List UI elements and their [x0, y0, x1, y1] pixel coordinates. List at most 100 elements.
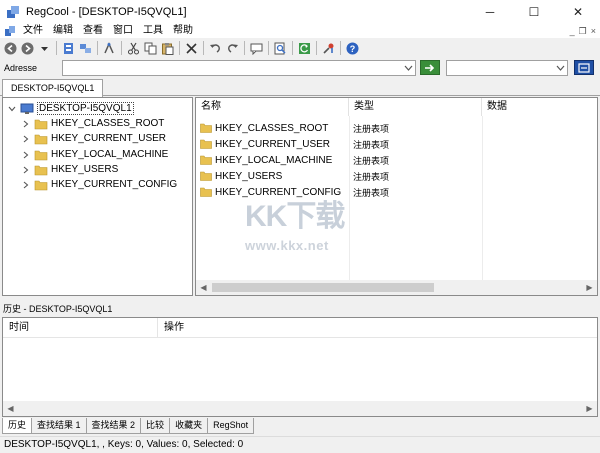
tree-node[interactable]: HKEY_CURRENT_CONFIG [21, 177, 177, 192]
address-input[interactable] [62, 60, 416, 76]
column-header-operation[interactable]: 操作 [158, 318, 597, 338]
tree-root-node[interactable]: DESKTOP-I5QVQL1 [7, 101, 134, 116]
back-button[interactable] [3, 41, 18, 56]
cut-button[interactable] [126, 41, 141, 56]
forward-button[interactable] [20, 41, 35, 56]
menu-window[interactable]: 窗口 [109, 24, 139, 38]
toolbar-separator [268, 41, 269, 55]
mdi-close-button[interactable]: × [591, 24, 596, 38]
connect-button[interactable] [78, 41, 93, 56]
toolbar-separator [340, 41, 341, 55]
tab-favorites[interactable]: 收藏夹 [169, 418, 209, 434]
menu-view[interactable]: 查看 [79, 24, 109, 38]
document-tab[interactable]: DESKTOP-I5QVQL1 [2, 79, 104, 97]
registry-icon [64, 42, 73, 54]
redo-icon [228, 43, 238, 53]
tab-regshot[interactable]: RegShot [207, 418, 255, 434]
tree-node[interactable]: HKEY_CURRENT_USER [21, 131, 166, 146]
network-icon [80, 43, 91, 53]
scissors-icon [128, 42, 139, 54]
close-button[interactable]: ✕ [556, 0, 600, 24]
expand-icon[interactable] [21, 181, 31, 189]
collapse-icon[interactable] [7, 106, 17, 112]
delete-x-icon [186, 42, 197, 54]
history-horizontal-scrollbar[interactable]: ◀ ▶ [3, 401, 597, 416]
app-icon [7, 6, 19, 18]
scroll-right-icon[interactable]: ▶ [582, 280, 597, 295]
expand-icon[interactable] [21, 151, 31, 159]
menu-tools[interactable]: 工具 [139, 24, 169, 38]
minimize-button[interactable]: ─ [468, 0, 512, 24]
registry-tree: DESKTOP-I5QVQL1 HKEY_CLASSES_ROOT HKEY_C… [2, 97, 193, 296]
menu-help[interactable]: 帮助 [169, 24, 199, 38]
list-row[interactable]: HKEY_CURRENT_USER 注册表项 [200, 136, 389, 152]
help-icon: ? [346, 42, 359, 54]
scrollbar-thumb[interactable] [212, 283, 434, 292]
tab-find-results-1[interactable]: 查找结果 1 [31, 418, 87, 434]
list-row[interactable]: HKEY_CURRENT_CONFIG 注册表项 [200, 184, 389, 200]
toolbar-separator [97, 41, 98, 55]
undo-button[interactable] [208, 41, 223, 56]
column-divider [349, 116, 350, 282]
tab-find-results-2[interactable]: 查找结果 2 [85, 418, 142, 434]
delete-button[interactable] [184, 41, 199, 56]
expand-icon[interactable] [21, 166, 31, 174]
expand-icon[interactable] [21, 135, 31, 143]
paste-icon [162, 42, 174, 55]
list-row-type: 注册表项 [353, 123, 390, 134]
paste-button[interactable] [160, 41, 175, 56]
go-button[interactable] [420, 60, 440, 75]
search-icon [578, 62, 590, 73]
menu-bar: 文件 编辑 查看 窗口 工具 帮助 _ ❐ × [0, 24, 600, 38]
scroll-left-icon[interactable]: ◀ [196, 280, 211, 295]
registry-button[interactable] [61, 41, 76, 56]
tree-node[interactable]: HKEY_CLASSES_ROOT [21, 116, 164, 131]
tree-node-label: HKEY_CURRENT_USER [51, 133, 167, 144]
folder-icon [34, 119, 48, 129]
scroll-right-icon[interactable]: ▶ [582, 401, 597, 416]
copy-button[interactable] [143, 41, 158, 56]
tree-node[interactable]: HKEY_USERS [21, 162, 118, 177]
list-row[interactable]: HKEY_LOCAL_MACHINE 注册表项 [200, 152, 389, 168]
list-row[interactable]: HKEY_USERS 注册表项 [200, 168, 389, 184]
search-dropdown-arrow[interactable] [553, 61, 567, 75]
folder-icon [34, 150, 48, 160]
tree-node-label: HKEY_CLASSES_ROOT [51, 118, 165, 129]
history-dropdown-button[interactable] [37, 41, 52, 56]
find-button[interactable] [273, 41, 288, 56]
bottom-tab-strip: 历史 查找结果 1 查找结果 2 比较 收藏夹 RegShot [0, 418, 600, 434]
column-header-type[interactable]: 类型 [349, 98, 482, 116]
list-row-name: HKEY_USERS [215, 170, 283, 182]
list-row[interactable]: HKEY_CLASSES_ROOT 注册表项 [200, 120, 389, 136]
mdi-restore-button[interactable]: ❐ [579, 24, 587, 38]
tree-node[interactable]: HKEY_LOCAL_MACHINE [21, 147, 168, 162]
address-dropdown-arrow[interactable] [401, 61, 415, 75]
toolbar-separator [203, 41, 204, 55]
tools-button[interactable] [321, 41, 336, 56]
toolbar-separator [179, 41, 180, 55]
mdi-minimize-button[interactable]: _ [570, 24, 575, 38]
list-horizontal-scrollbar[interactable]: ◀ ▶ [196, 280, 597, 295]
column-header-time[interactable]: 时间 [3, 318, 158, 338]
toolbar-separator [56, 41, 57, 55]
maximize-button[interactable]: ☐ [512, 0, 556, 24]
find-icon [274, 42, 286, 54]
menu-file[interactable]: 文件 [19, 24, 49, 38]
tab-compare[interactable]: 比较 [140, 418, 171, 434]
scroll-left-icon[interactable]: ◀ [3, 401, 18, 416]
folder-icon [34, 134, 48, 144]
help-button[interactable]: ? [345, 41, 360, 56]
tab-history[interactable]: 历史 [2, 418, 33, 434]
jump-button[interactable] [102, 41, 117, 56]
back-icon [4, 42, 17, 54]
column-header-name[interactable]: 名称 [196, 98, 349, 116]
search-input[interactable] [446, 60, 568, 76]
refresh-button[interactable] [297, 41, 312, 56]
redo-button[interactable] [225, 41, 240, 56]
column-header-data[interactable]: 数据 [482, 98, 597, 116]
menu-edit[interactable]: 编辑 [49, 24, 79, 38]
expand-icon[interactable] [21, 120, 31, 128]
document-icon [5, 25, 15, 36]
search-button[interactable] [574, 60, 594, 75]
favorites-button[interactable] [249, 41, 264, 56]
